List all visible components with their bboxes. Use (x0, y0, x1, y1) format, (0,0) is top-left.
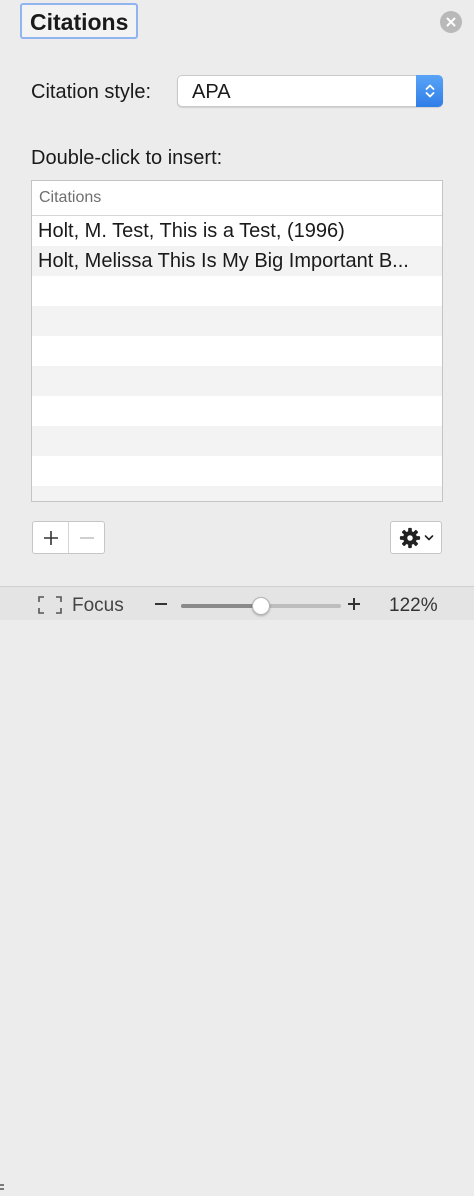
chevron-up-down-icon (425, 84, 434, 98)
insert-instructions-label: Double-click to insert: (31, 147, 223, 169)
table-row[interactable] (32, 396, 442, 426)
add-citation-button[interactable] (33, 522, 68, 553)
table-row[interactable] (32, 336, 442, 366)
minus-icon (79, 536, 94, 539)
zoom-out-button[interactable] (152, 594, 170, 619)
table-row[interactable]: Holt, M. Test, This is a Test, (1996) (32, 216, 442, 246)
zoom-slider[interactable] (181, 597, 341, 615)
table-rows: Holt, M. Test, This is a Test, (1996) Ho… (32, 216, 442, 501)
focus-button-label[interactable]: Focus (72, 595, 124, 617)
add-remove-button-group (32, 521, 105, 554)
table-row[interactable] (32, 456, 442, 486)
close-icon (446, 17, 456, 27)
status-bar: Focus 122% (0, 586, 474, 1190)
edge-mark-icon (0, 1184, 4, 1190)
table-row[interactable] (32, 486, 442, 501)
panel-title-text: Citations (30, 9, 129, 35)
citation-style-label: Citation style: (31, 81, 152, 103)
minus-icon (155, 603, 167, 605)
plus-icon (348, 598, 360, 610)
gear-icon (399, 527, 420, 548)
column-separator (442, 181, 443, 216)
zoom-slider-thumb[interactable] (252, 597, 270, 615)
focus-icon[interactable] (38, 596, 62, 614)
remove-citation-button[interactable] (68, 522, 104, 553)
zoom-slider-fill (181, 604, 261, 608)
citation-style-select[interactable]: APA (177, 75, 443, 107)
plus-icon (43, 530, 58, 545)
table-row[interactable] (32, 276, 442, 306)
table-row[interactable]: Holt, Melissa This Is My Big Important B… (32, 246, 442, 276)
select-stepper[interactable] (416, 75, 443, 107)
citation-style-value: APA (192, 81, 231, 103)
column-header-citations: Citations (39, 189, 102, 206)
table-row[interactable] (32, 426, 442, 456)
close-button[interactable] (440, 11, 462, 33)
table-header[interactable]: Citations (32, 181, 442, 216)
zoom-level: 122% (389, 595, 438, 616)
chevron-down-icon (424, 534, 433, 540)
citations-panel: Citations Citation style: APA Double-cli… (0, 0, 474, 586)
zoom-in-button[interactable] (345, 594, 363, 619)
citations-table[interactable]: Citations Holt, M. Test, This is a Test,… (31, 180, 443, 502)
gear-menu-button[interactable] (390, 521, 442, 554)
table-row[interactable] (32, 306, 442, 336)
panel-title[interactable]: Citations (20, 3, 139, 39)
table-row[interactable] (32, 366, 442, 396)
